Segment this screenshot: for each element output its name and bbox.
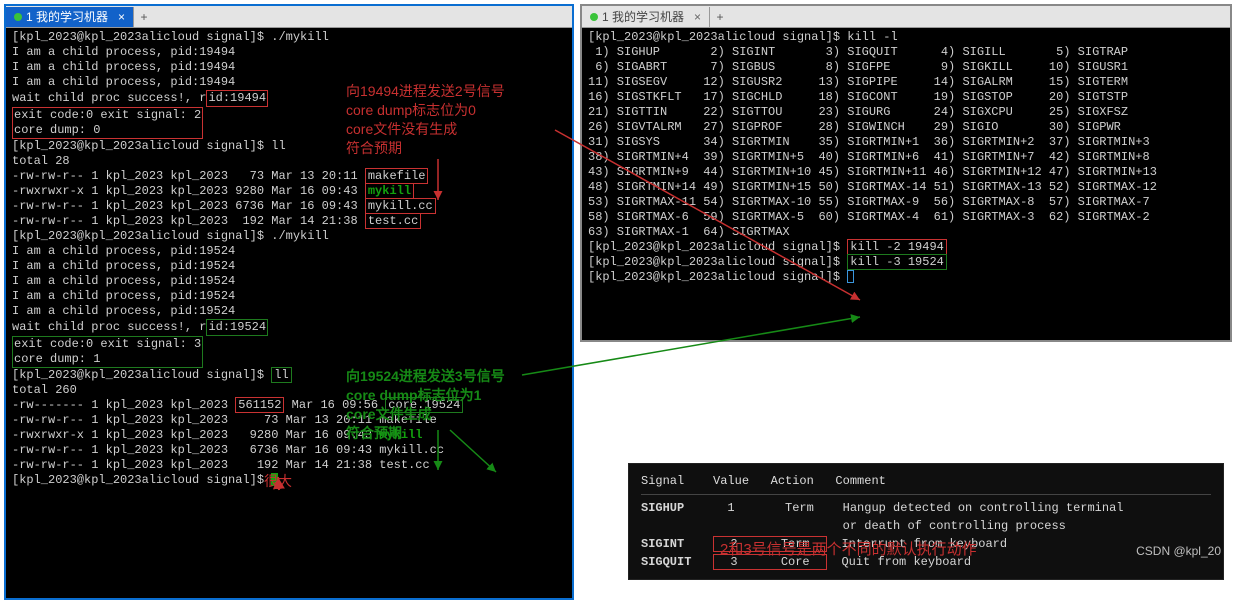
tab-title: 1 我的学习机器 (602, 8, 684, 25)
left-tab-active[interactable]: 1 我的学习机器 × (6, 7, 134, 27)
annot-line: 符合预期 (346, 139, 505, 158)
signal-table-panel: Signal Value Action CommentSIGHUP 1 Term… (628, 463, 1224, 580)
annot-line: core dump标志位为0 (346, 101, 505, 120)
watermark: CSDN @kpl_20 (1136, 544, 1221, 558)
close-icon[interactable]: × (694, 10, 701, 24)
annot-line: core dump标志位为1 (346, 386, 505, 405)
annot-line: 向19494进程发送2号信号 (346, 82, 505, 101)
right-tabstrip: 1 我的学习机器 × + (582, 6, 1230, 28)
status-dot-icon (590, 13, 598, 21)
annot-line: core文件没有生成 (346, 120, 505, 139)
close-icon[interactable]: × (118, 10, 125, 24)
tab-title: 1 我的学习机器 (26, 8, 108, 25)
right-terminal-body[interactable]: [kpl_2023@kpl_2023alicloud signal]$ kill… (582, 28, 1230, 287)
annot-line: 符合预期 (346, 424, 505, 443)
status-dot-icon (14, 13, 22, 21)
annot-line: core文件生成 (346, 405, 505, 424)
right-tab[interactable]: 1 我的学习机器 × (582, 7, 710, 27)
annot-bottom: 2和3号信号是两个不同的默认执行动作 (720, 538, 977, 559)
annot-line: 向19524进程发送3号信号 (346, 367, 505, 386)
right-terminal-window[interactable]: 1 我的学习机器 × + [kpl_2023@kpl_2023alicloud … (580, 4, 1232, 342)
annot-red-block: 向19494进程发送2号信号 core dump标志位为0 core文件没有生成… (346, 82, 505, 158)
new-tab-button[interactable]: + (134, 10, 154, 24)
new-tab-button[interactable]: + (710, 10, 730, 24)
left-tabstrip: 1 我的学习机器 × + (6, 6, 572, 28)
annot-green-block: 向19524进程发送3号信号 core dump标志位为1 core文件生成 符… (346, 367, 505, 443)
annot-bigred: 很大 (264, 471, 292, 491)
